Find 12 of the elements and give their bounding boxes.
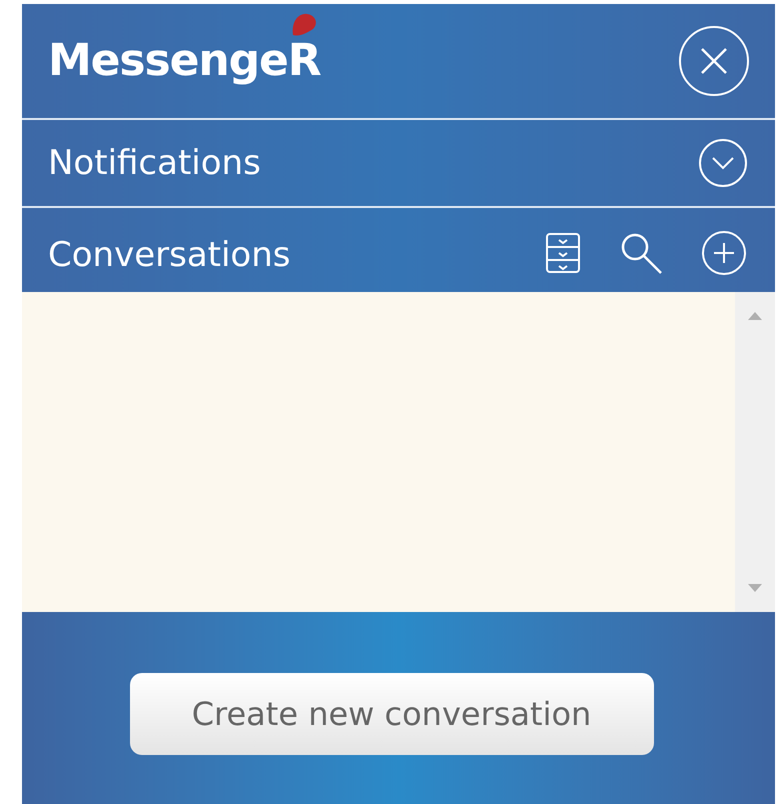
search-icon[interactable]: [619, 231, 663, 275]
close-button[interactable]: [679, 26, 749, 96]
close-icon: [699, 46, 729, 76]
add-icon[interactable]: [701, 230, 747, 276]
archive-icon[interactable]: [545, 232, 581, 274]
conversations-title: Conversations: [48, 234, 290, 276]
chevron-down-icon: [711, 156, 735, 170]
create-conversation-button[interactable]: Create new conversation: [130, 673, 654, 755]
notifications-title: Notifications: [48, 142, 261, 184]
app-logo: MessengeR: [48, 39, 320, 83]
expand-button[interactable]: [699, 139, 747, 187]
notifications-bar[interactable]: Notifications: [22, 120, 775, 208]
